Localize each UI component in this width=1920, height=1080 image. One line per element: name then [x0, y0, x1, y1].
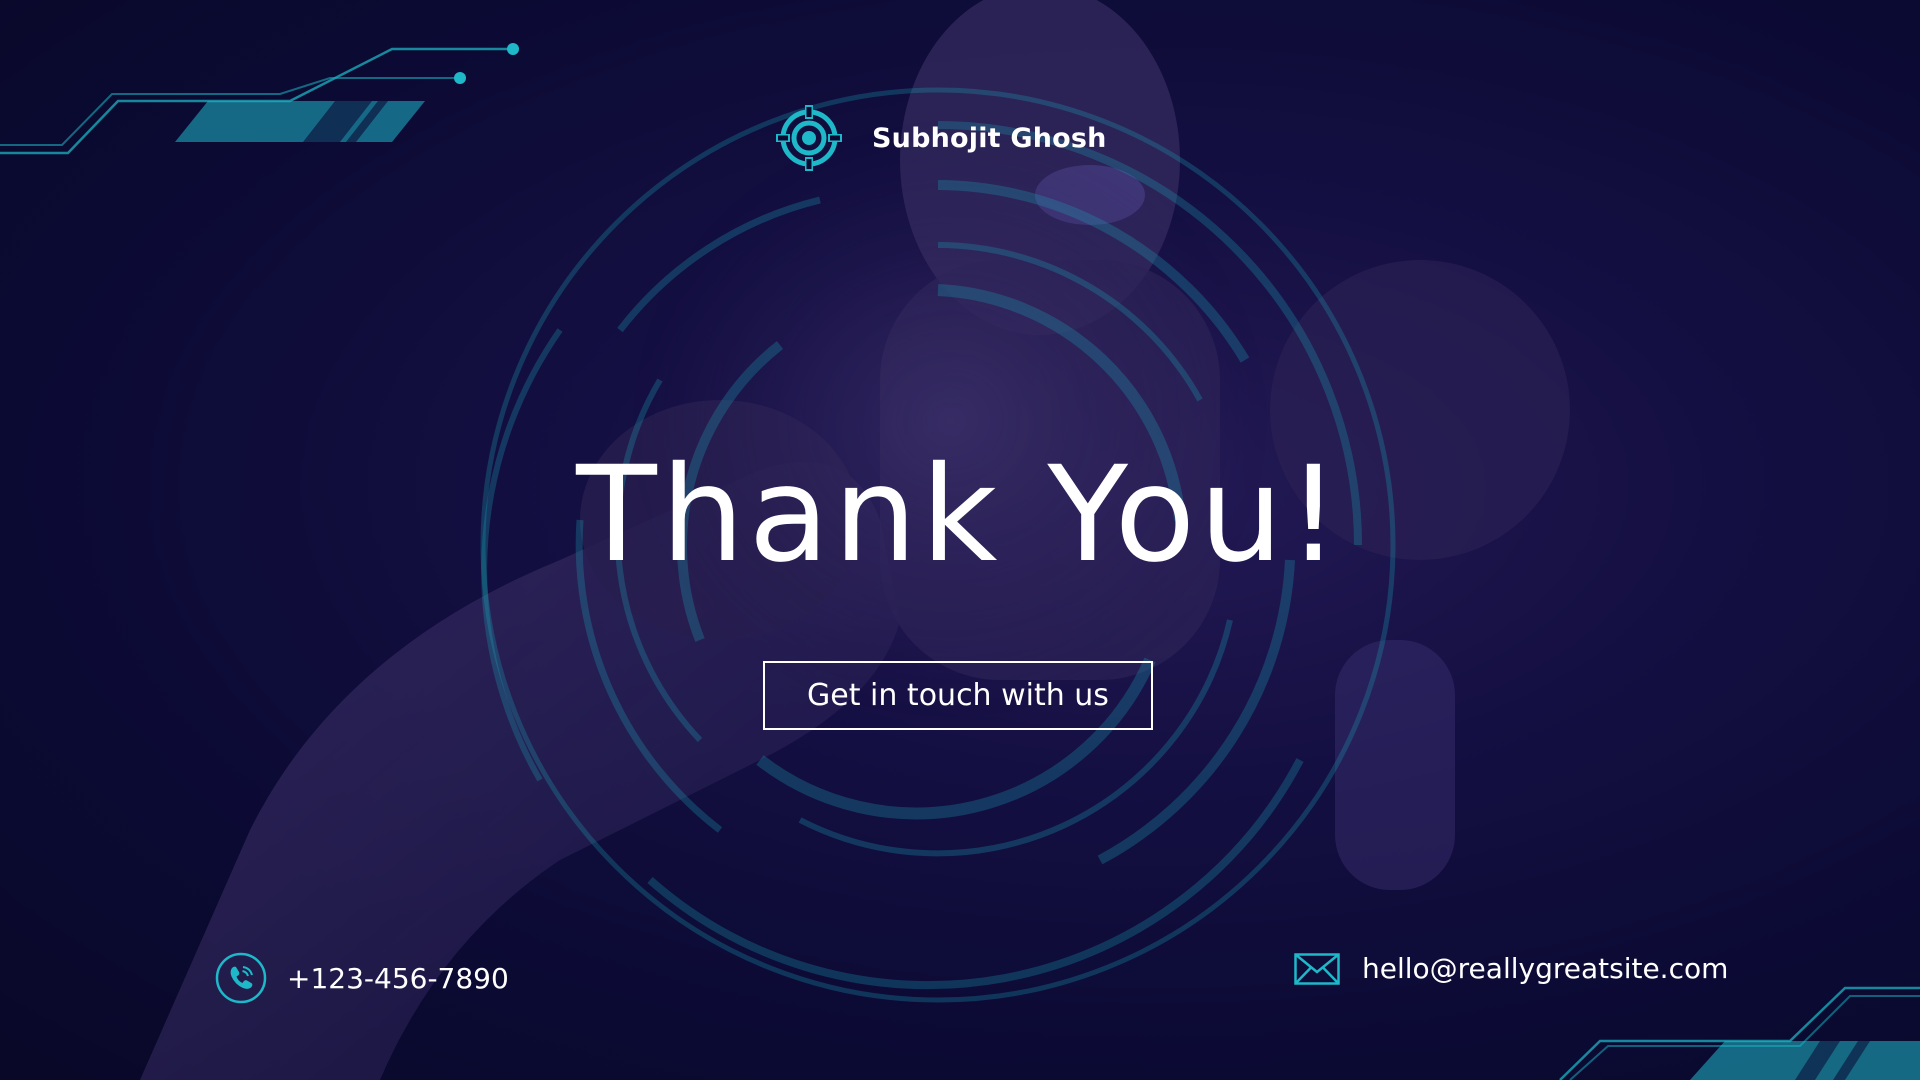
- thank-you-slide: Subhojit Ghosh Thank You! Get in touch w…: [0, 0, 1920, 1080]
- brand: Subhojit Ghosh: [776, 102, 1107, 174]
- circuit-lines-bottom-right: [1559, 986, 1920, 1080]
- thank-you-heading: Thank You!: [576, 438, 1344, 592]
- phone-icon: [215, 952, 267, 1004]
- target-crosshair-icon: [776, 105, 842, 171]
- phone-number: +123-456-7890: [287, 961, 509, 995]
- circuit-lines-top-left: [0, 43, 519, 155]
- envelope-icon: [1294, 952, 1340, 985]
- get-in-touch-button[interactable]: Get in touch with us: [763, 661, 1153, 730]
- email-contact[interactable]: hello@reallygreatsite.com: [1294, 952, 1728, 985]
- phone-contact[interactable]: +123-456-7890: [215, 952, 509, 1004]
- email-address: hello@reallygreatsite.com: [1362, 952, 1729, 985]
- brand-name: Subhojit Ghosh: [872, 122, 1107, 154]
